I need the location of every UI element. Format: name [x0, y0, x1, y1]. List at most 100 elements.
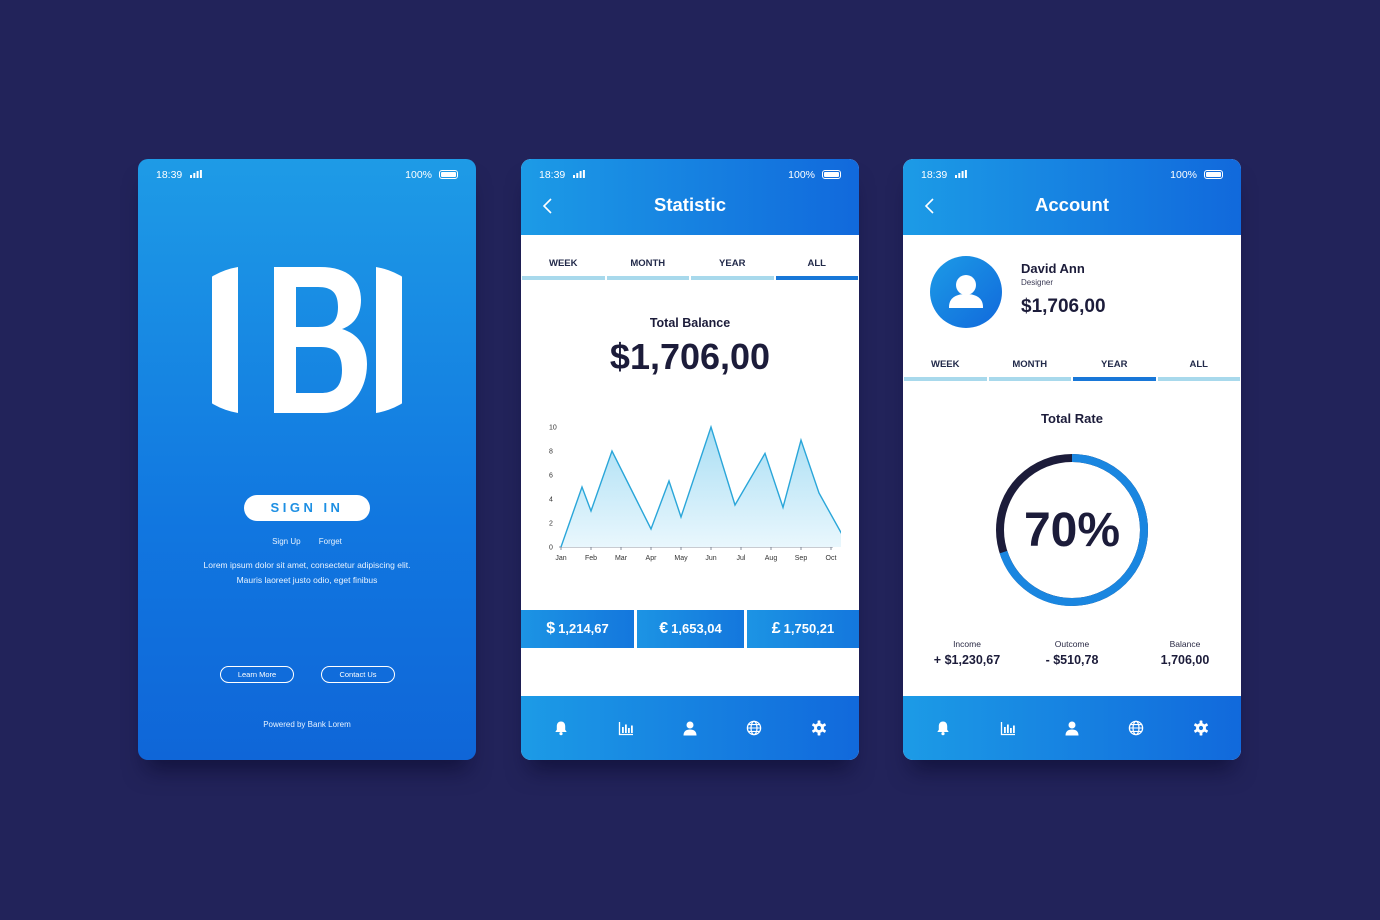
x-tick-label: Aug [765, 555, 778, 562]
balance-stat: Balance 1,706,00 [1135, 639, 1235, 667]
gbp-amount: 1,750,21 [783, 621, 835, 636]
status-time: 18:39 [156, 169, 183, 181]
status-time: 18:39 [921, 169, 948, 181]
total-balance-label: Total Balance [649, 316, 731, 330]
income-stat: Income + $1,230,67 [917, 639, 1017, 667]
x-tick-label: Feb [585, 555, 597, 562]
status-bar: 18:39 100% [521, 159, 859, 189]
login-screen: 18:39 100% SIGN IN Sign Up Forget Lorem … [138, 159, 476, 760]
x-tick-label: Jan [555, 555, 566, 562]
period-tabs: WEEK MONTH YEAR ALL [903, 359, 1241, 381]
usd-amount: 1,214,67 [558, 621, 609, 636]
tab-week[interactable]: WEEK [903, 359, 988, 381]
battery-icon [439, 170, 458, 179]
battery-label: 100% [788, 169, 815, 181]
y-tick-label: 0 [549, 545, 553, 552]
battery-icon [822, 170, 841, 179]
bank-logo [212, 267, 402, 413]
outcome-label: Outcome [1054, 639, 1090, 649]
tab-month[interactable]: MONTH [988, 359, 1073, 381]
bell-icon [555, 721, 567, 736]
income-label: Income [953, 639, 981, 649]
tab-month[interactable]: MONTH [606, 258, 691, 280]
user-icon [1065, 721, 1079, 736]
balance-label: Balance [1169, 639, 1201, 649]
statistic-screen: 18:39 100% Statistic WEEK MONTH YEAR ALL… [521, 159, 859, 760]
y-tick-label: 6 [549, 473, 553, 480]
y-tick-label: 10 [549, 425, 557, 432]
tab-all[interactable]: ALL [775, 258, 860, 280]
nav-settings[interactable] [787, 696, 851, 760]
nav-statistics[interactable] [593, 696, 657, 760]
status-bar: 18:39 100% [903, 159, 1241, 189]
y-tick-label: 2 [549, 521, 553, 528]
balance-area-chart: 0 2 4 6 8 10 Jan Feb Mar Apr May Jun Jul Aug Sep Oct [549, 425, 841, 562]
nav-profile[interactable] [658, 696, 722, 760]
gear-icon [1193, 720, 1208, 736]
nav-profile[interactable] [1040, 696, 1104, 760]
status-bar: 18:39 100% [138, 159, 476, 189]
nav-globe[interactable] [722, 696, 786, 760]
forget-link[interactable]: Forget [319, 537, 342, 546]
page-title: Statistic [654, 194, 726, 215]
status-time: 18:39 [539, 169, 566, 181]
period-tabs: WEEK MONTH YEAR ALL [521, 258, 859, 280]
x-tick-label: Mar [615, 555, 628, 562]
total-rate-label: Total Rate [1041, 411, 1103, 426]
tab-week[interactable]: WEEK [521, 258, 606, 280]
description-text: Lorem ipsum dolor sit amet, consectetur … [168, 558, 446, 588]
currency-card-gbp[interactable]: £1,750,21 [747, 610, 859, 648]
user-name: David Ann [1021, 261, 1085, 276]
income-value: + $1,230,67 [933, 653, 1001, 667]
outcome-stat: Outcome - $510,78 [1022, 639, 1122, 667]
sign-up-link[interactable]: Sign Up [272, 537, 300, 546]
outcome-value: - $510,78 [1045, 653, 1099, 667]
currency-card-usd[interactable]: $1,214,67 [521, 610, 634, 648]
signal-icon [190, 170, 202, 178]
avatar[interactable] [930, 256, 1002, 328]
x-tick-label: Apr [646, 555, 658, 562]
pound-icon: £ [771, 620, 781, 637]
y-tick-label: 4 [549, 497, 553, 504]
globe-icon [747, 720, 762, 736]
description-line-2: Mauris laoreet justo odio, eget finibus [236, 575, 378, 585]
bottom-nav [903, 696, 1241, 760]
tab-year[interactable]: YEAR [1072, 359, 1157, 381]
contact-us-button[interactable]: Contact Us [321, 666, 395, 683]
total-balance-value: $1,706,00 [609, 336, 771, 377]
eur-amount: 1,653,04 [671, 621, 722, 636]
battery-label: 100% [1170, 169, 1197, 181]
globe-icon [1129, 720, 1144, 736]
gear-icon [811, 720, 826, 736]
x-tick-label: May [674, 555, 688, 562]
y-tick-label: 8 [549, 449, 553, 456]
tab-all[interactable]: ALL [1157, 359, 1242, 381]
user-icon [683, 721, 697, 736]
statistic-header: 18:39 100% Statistic [521, 159, 859, 235]
nav-globe[interactable] [1104, 696, 1168, 760]
nav-notifications[interactable] [529, 696, 593, 760]
nav-statistics[interactable] [975, 696, 1039, 760]
description-line-1: Lorem ipsum dolor sit amet, consectetur … [203, 560, 411, 570]
balance-value: 1,706,00 [1160, 653, 1210, 667]
rate-donut-chart: 70% [996, 454, 1148, 606]
dollar-icon: $ [546, 620, 556, 637]
user-icon [949, 275, 983, 308]
tab-year[interactable]: YEAR [690, 258, 775, 280]
x-tick-label: Jul [737, 555, 746, 562]
sign-in-button[interactable]: SIGN IN [244, 495, 370, 521]
user-role: Designer [1021, 278, 1054, 287]
signal-icon [573, 170, 585, 178]
nav-notifications[interactable] [911, 696, 975, 760]
user-balance: $1,706,00 [1021, 296, 1106, 317]
battery-icon [1204, 170, 1223, 179]
rate-value: 70% [1024, 504, 1120, 557]
nav-settings[interactable] [1169, 696, 1233, 760]
x-tick-label: Sep [795, 555, 808, 562]
signal-icon [955, 170, 967, 178]
learn-more-button[interactable]: Learn More [220, 666, 294, 683]
account-screen: 18:39 100% Account David Ann Designer $1… [903, 159, 1241, 760]
currency-card-eur[interactable]: €1,653,04 [637, 610, 744, 648]
bottom-nav [521, 696, 859, 760]
bar-chart-icon [618, 722, 633, 736]
